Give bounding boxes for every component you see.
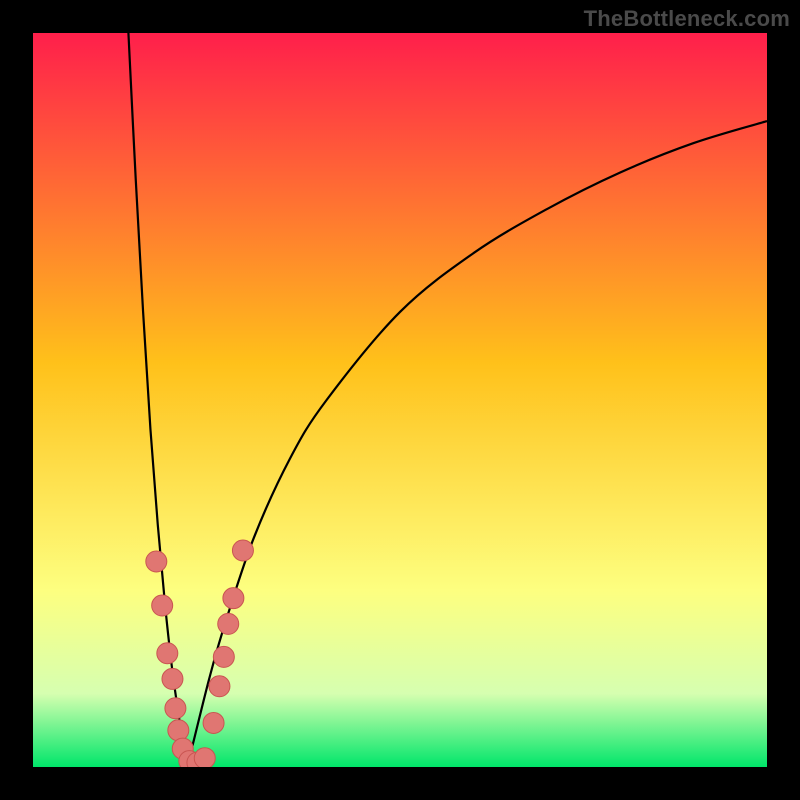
data-dot (213, 646, 234, 667)
data-dot (165, 698, 186, 719)
gradient-background (33, 33, 767, 767)
data-dot (162, 668, 183, 689)
data-dot (146, 551, 167, 572)
data-dot (209, 676, 230, 697)
data-dot (194, 748, 215, 767)
chart-frame: TheBottleneck.com (0, 0, 800, 800)
plot-area (33, 33, 767, 767)
data-dot (223, 588, 244, 609)
data-dot (168, 720, 189, 741)
data-dot (203, 712, 224, 733)
data-dot (232, 540, 253, 561)
data-dot (218, 613, 239, 634)
data-dot (152, 595, 173, 616)
data-dot (157, 643, 178, 664)
bottleneck-chart (33, 33, 767, 767)
watermark-text: TheBottleneck.com (584, 6, 790, 32)
